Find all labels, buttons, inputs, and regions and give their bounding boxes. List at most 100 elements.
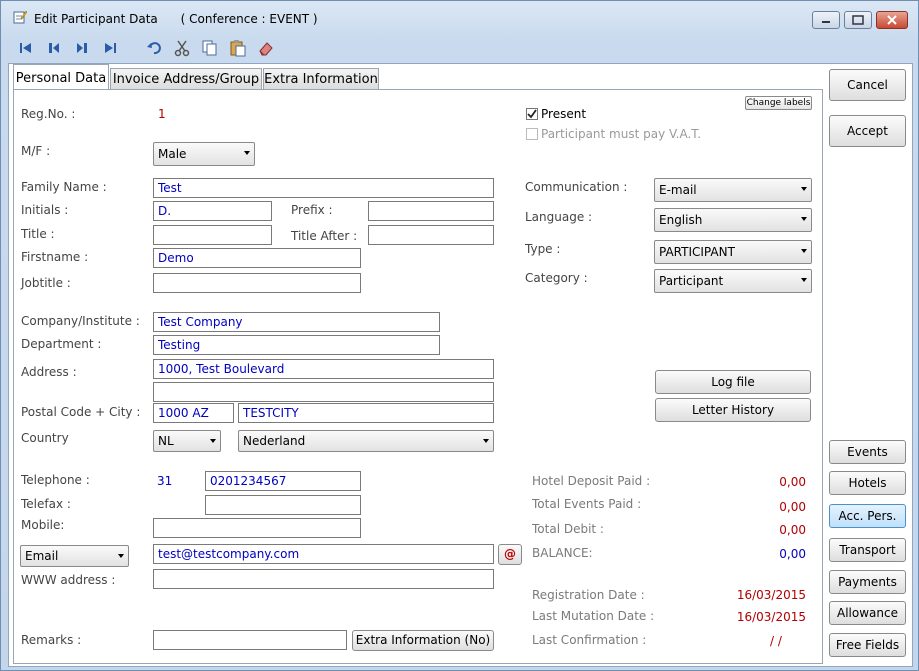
chevron-down-icon [244,151,250,155]
remarks-field[interactable] [153,630,347,650]
transport-button[interactable]: Transport [829,538,906,562]
edit-participant-window: Edit Participant Data ( Conference : EVE… [0,0,919,671]
chevron-down-icon [210,439,216,443]
telefax-field[interactable] [205,495,361,515]
last-confirmation-label: Last Confirmation : [532,633,647,647]
address-field[interactable]: 1000, Test Boulevard [153,359,494,379]
mobile-field[interactable] [153,518,361,538]
regno-label: Reg.No. : [21,107,76,121]
address-line2-field[interactable] [153,382,494,402]
telephone-field[interactable]: 0201234567 [205,471,361,491]
initials-label: Initials : [21,203,69,217]
email-type-value: Email [25,549,59,563]
tab-personal-data[interactable]: Personal Data [13,64,109,89]
department-field[interactable]: Testing [153,335,440,355]
chevron-down-icon [801,217,807,221]
chevron-down-icon [483,439,489,443]
window-title: Edit Participant Data ( Conference : EVE… [34,12,318,26]
vat-label: Participant must pay V.A.T. [541,127,702,141]
events-button[interactable]: Events [829,440,906,464]
first-record-icon[interactable] [17,39,35,57]
telephone-country-prefix: 31 [157,474,173,488]
language-label: Language : [525,210,593,224]
country-name-select[interactable]: Nederland [238,430,494,452]
paste-icon[interactable] [229,39,247,57]
telephone-label: Telephone : [21,473,90,487]
edit-document-icon [13,10,27,24]
company-label: Company/Institute : [21,314,140,328]
change-labels-button[interactable]: Change labels [745,96,812,110]
www-field[interactable] [153,569,494,589]
title-field[interactable] [153,225,272,245]
chevron-down-icon [801,187,807,191]
country-name-value: Nederland [243,434,306,448]
title-after-field[interactable] [368,225,494,245]
acc-pers-button[interactable]: Acc. Pers. [829,504,906,528]
eraser-icon[interactable] [257,39,275,57]
country-code-select[interactable]: NL [153,430,221,452]
next-record-icon[interactable] [73,39,91,57]
present-checkbox[interactable] [526,108,538,120]
allowance-button[interactable]: Allowance [829,601,906,625]
communication-select[interactable]: E-mail [654,178,812,202]
personal-data-panel: Reg.No. : 1 M/F : Male Family Name : Tes… [13,89,823,664]
email-type-select[interactable]: Email [20,545,129,567]
present-label: Present [541,107,587,121]
jobtitle-field[interactable] [153,273,361,293]
type-select[interactable]: PARTICIPANT [654,240,812,264]
accept-button[interactable]: Accept [829,115,906,147]
free-fields-button[interactable]: Free Fields [829,633,906,657]
checkmark-icon [527,109,537,119]
www-label: WWW address : [21,573,116,587]
undo-icon[interactable] [145,39,163,57]
letter-history-button[interactable]: Letter History [655,398,811,422]
extra-information-button[interactable]: Extra Information (No) [352,630,494,651]
department-label: Department : [21,337,102,351]
postal-city-label: Postal Code + City : [21,405,141,419]
language-value: English [659,213,703,227]
prefix-field[interactable] [368,201,494,221]
vat-checkbox[interactable] [526,128,538,140]
chevron-down-icon [118,554,124,558]
title-bar: Edit Participant Data ( Conference : EVE… [1,1,918,33]
minimize-button[interactable] [812,11,840,29]
send-email-button[interactable]: @ [498,544,522,565]
family-name-label: Family Name : [21,180,107,194]
chevron-down-icon [801,249,807,253]
company-field[interactable]: Test Company [153,312,440,332]
close-button[interactable] [876,11,908,29]
country-label: Country [21,431,69,445]
cut-icon[interactable] [173,39,191,57]
cancel-button[interactable]: Cancel [829,69,906,101]
category-select[interactable]: Participant [654,269,812,293]
prefix-label: Prefix : [291,203,333,217]
country-code-value: NL [158,434,174,448]
initials-field[interactable]: D. [153,201,272,221]
last-record-icon[interactable] [101,39,119,57]
payments-button[interactable]: Payments [829,570,906,594]
email-field[interactable]: test@testcompany.com [153,544,494,564]
total-debit-value: 0,00 [779,523,806,537]
postal-code-field[interactable]: 1000 AZ [153,403,234,423]
family-name-field[interactable]: Test [153,178,494,198]
city-field[interactable]: TESTCITY [238,403,494,423]
mobile-label: Mobile: [21,518,65,532]
log-file-button[interactable]: Log file [655,370,811,394]
hotels-button[interactable]: Hotels [829,471,906,495]
title-label: Title : [21,227,55,241]
last-mutation-date-value: 16/03/2015 [736,610,806,624]
mf-label: M/F : [21,144,51,158]
language-select[interactable]: English [654,208,812,232]
prev-record-icon[interactable] [45,39,63,57]
copy-icon[interactable] [201,39,219,57]
last-confirmation-value: / / [770,634,782,648]
type-label: Type : [525,242,561,256]
gender-select[interactable]: Male [153,142,255,166]
communication-value: E-mail [659,183,697,197]
address-label: Address : [21,365,77,379]
category-value: Participant [659,274,724,288]
tab-extra-information[interactable]: Extra Information [263,68,379,89]
firstname-field[interactable]: Demo [153,248,361,268]
maximize-button[interactable] [844,11,872,29]
tab-invoice-address-group[interactable]: Invoice Address/Group [110,68,262,89]
